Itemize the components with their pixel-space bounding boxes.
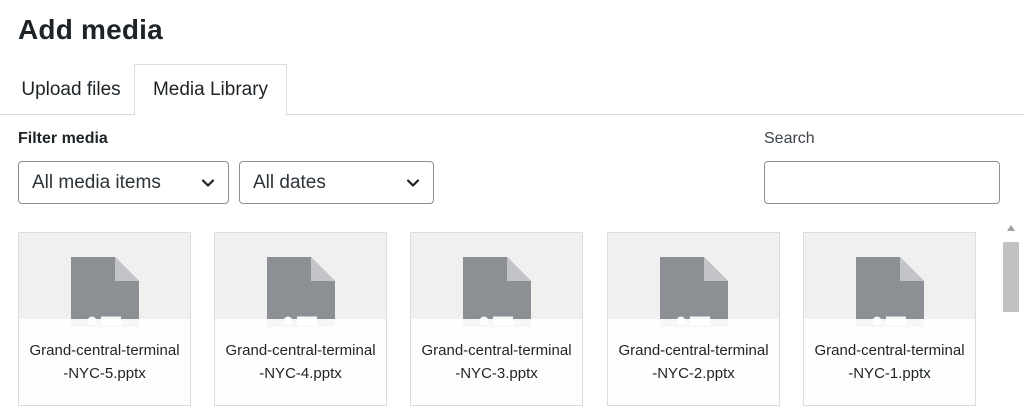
date-filter-selected-value: All dates xyxy=(253,171,326,193)
media-type-selected-value: All media items xyxy=(32,171,161,193)
add-media-modal: Add media Upload files Media Library Fil… xyxy=(0,0,1024,418)
media-item[interactable]: Grand-central-terminal-NYC-5.pptx xyxy=(18,232,191,406)
chevron-down-icon xyxy=(201,179,215,187)
media-filename: Grand-central-terminal-NYC-5.pptx xyxy=(19,319,190,405)
media-item[interactable]: Grand-central-terminal-NYC-4.pptx xyxy=(214,232,387,406)
page-title: Add media xyxy=(18,14,163,45)
media-item[interactable]: Grand-central-terminal-NYC-2.pptx xyxy=(607,232,780,406)
tab-upload-files[interactable]: Upload files xyxy=(8,64,134,115)
search-label: Search xyxy=(764,130,815,147)
media-filename: Grand-central-terminal-NYC-2.pptx xyxy=(608,319,779,405)
chevron-down-icon xyxy=(406,179,420,187)
presentation-file-icon xyxy=(71,257,139,327)
presentation-file-icon xyxy=(856,257,924,327)
scrollbar-thumb[interactable] xyxy=(1003,242,1019,312)
media-type-select[interactable]: All media items xyxy=(18,161,229,204)
media-item[interactable]: Grand-central-terminal-NYC-1.pptx xyxy=(803,232,976,406)
media-tabs: Upload files Media Library xyxy=(0,64,1024,116)
filter-media-label: Filter media xyxy=(18,130,108,147)
presentation-file-icon xyxy=(660,257,728,327)
presentation-file-icon xyxy=(463,257,531,327)
media-filename: Grand-central-terminal-NYC-1.pptx xyxy=(804,319,975,405)
media-filename: Grand-central-terminal-NYC-3.pptx xyxy=(411,319,582,405)
media-item[interactable]: Grand-central-terminal-NYC-3.pptx xyxy=(410,232,583,406)
search-input[interactable] xyxy=(764,161,1000,204)
scroll-up-arrow-icon[interactable] xyxy=(1006,224,1016,232)
tab-media-library[interactable]: Media Library xyxy=(134,64,287,116)
media-grid: Grand-central-terminal-NYC-5.pptx Grand-… xyxy=(18,232,998,418)
media-filename: Grand-central-terminal-NYC-4.pptx xyxy=(215,319,386,405)
media-grid-scrollbar[interactable] xyxy=(1002,218,1020,418)
presentation-file-icon xyxy=(267,257,335,327)
date-filter-select[interactable]: All dates xyxy=(239,161,434,204)
